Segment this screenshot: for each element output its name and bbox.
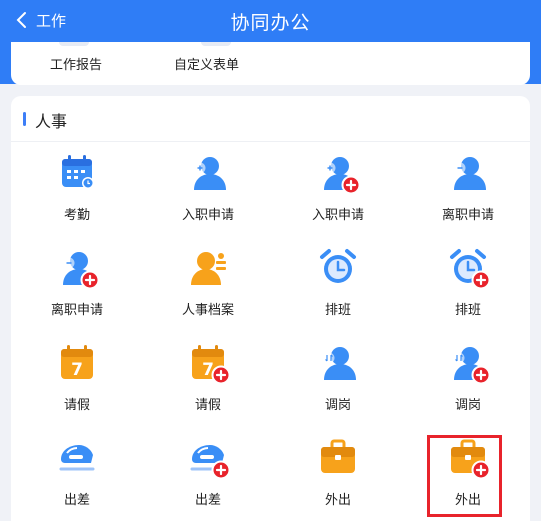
hr-app-item[interactable]: 排班: [418, 247, 518, 337]
custom-form-item[interactable]: 自定义表单: [174, 54, 239, 73]
hr-app-label: 排班: [454, 303, 481, 318]
hr-app-item[interactable]: 调岗: [418, 342, 518, 432]
section-title: 人事: [35, 112, 68, 131]
calendar-7-plus-icon: 7: [188, 342, 231, 385]
hr-app-label: 考勤: [63, 208, 90, 223]
nav-bar: 工作 协同办公: [0, 0, 541, 42]
user-remove-plus-icon: [57, 247, 100, 290]
hr-app-label: 离职申请: [50, 303, 103, 318]
user-profile-icon: [188, 247, 228, 287]
hr-app-item[interactable]: 7 请假: [27, 342, 127, 432]
work-report-card: 工作报告 自定义表单: [11, 42, 530, 85]
hr-app-item[interactable]: 排班: [288, 247, 388, 337]
user-transfer-icon: [318, 342, 358, 382]
work-report-item[interactable]: 工作报告: [50, 54, 102, 73]
hr-app-label: 入职申请: [311, 208, 364, 223]
hr-app-item[interactable]: 调岗: [288, 342, 388, 432]
hr-app-item[interactable]: 考勤: [27, 152, 127, 242]
page-title: 协同办公: [230, 12, 311, 34]
hr-app-label: 请假: [63, 398, 90, 413]
train-plus-icon: [188, 437, 231, 480]
train-icon: [57, 437, 97, 477]
plus-badge: [471, 365, 491, 385]
hr-app-item[interactable]: 人事档案: [158, 247, 258, 337]
hr-app-item[interactable]: 离职申请: [418, 152, 518, 242]
hr-app-item[interactable]: 出差: [27, 437, 127, 521]
hr-app-label: 出差: [63, 493, 90, 508]
calendar-7-icon: 7: [57, 342, 97, 382]
briefcase-icon: [318, 437, 358, 477]
hr-app-label: 排班: [324, 303, 351, 318]
alarm-clock-plus-icon: [448, 247, 491, 290]
plus-badge: [341, 175, 361, 195]
user-remove-icon: [448, 152, 488, 192]
plus-badge: [211, 365, 231, 385]
calendar-clock-icon: [57, 152, 97, 192]
hr-app-label: 入职申请: [181, 208, 234, 223]
scrolled-icon-peek: [201, 42, 231, 46]
hr-app-label: 出差: [194, 493, 221, 508]
hr-app-label: 人事档案: [181, 303, 234, 318]
hr-app-item[interactable]: 出差: [158, 437, 258, 521]
hr-app-label: 调岗: [324, 398, 351, 413]
hr-app-item[interactable]: 入职申请: [288, 152, 388, 242]
hr-app-label: 请假: [194, 398, 221, 413]
svg-text:7: 7: [71, 360, 83, 380]
hr-app-label: 离职申请: [441, 208, 494, 223]
plus-badge: [471, 270, 491, 290]
hr-app-item[interactable]: 离职申请: [27, 247, 127, 337]
user-add-plus-icon: [318, 152, 361, 195]
section-header: 人事: [11, 96, 530, 142]
user-transfer-plus-icon: [448, 342, 491, 385]
hr-app-item[interactable]: 外出: [288, 437, 388, 521]
section-accent-bar: [23, 112, 26, 126]
user-add-icon: [188, 152, 228, 192]
plus-badge: [211, 460, 231, 480]
highlight-box: [427, 435, 502, 517]
alarm-clock-icon: [318, 247, 358, 287]
scrolled-icon-peek: [59, 42, 89, 46]
hr-app-label: 外出: [324, 493, 351, 508]
plus-badge: [80, 270, 100, 290]
hr-app-item[interactable]: 7 请假: [158, 342, 258, 432]
hr-app-label: 调岗: [454, 398, 481, 413]
hr-app-item[interactable]: 入职申请: [158, 152, 258, 242]
